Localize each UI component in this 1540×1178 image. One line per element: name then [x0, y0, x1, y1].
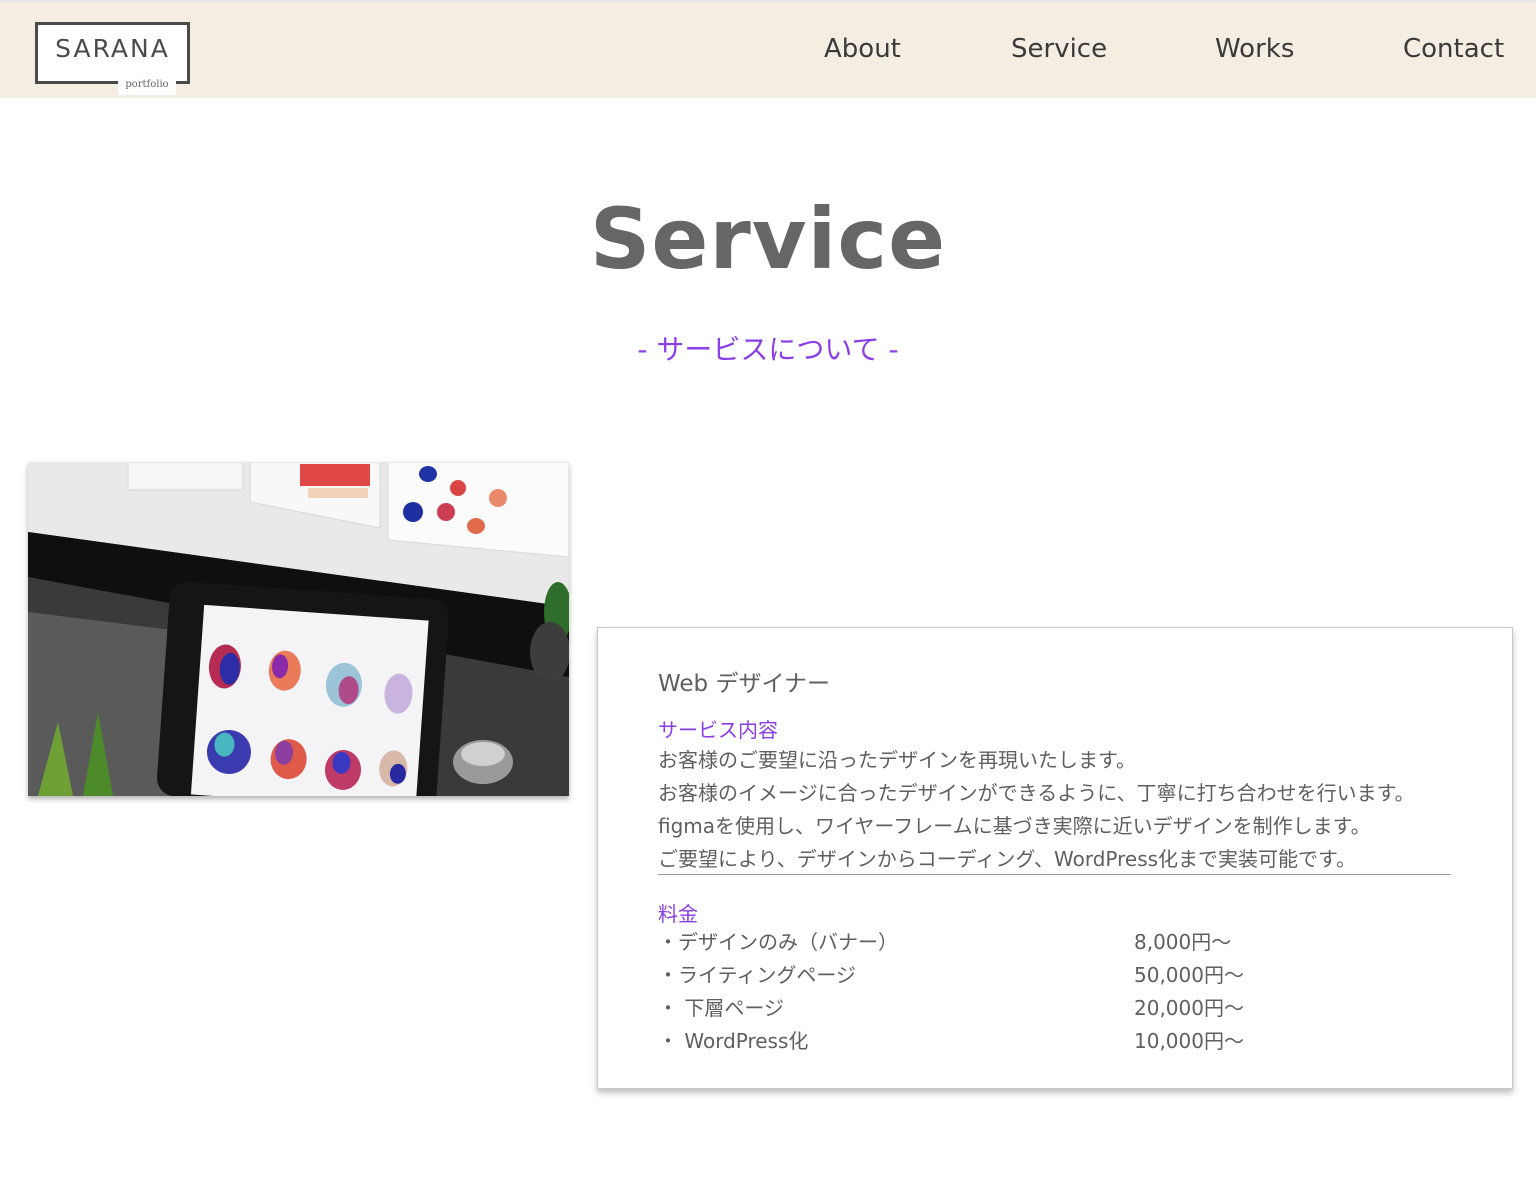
price-label: 料金 — [658, 902, 698, 926]
description-line: お客様のご要望に沿ったデザインを再現いたします。 — [658, 748, 1136, 772]
price-value: 10,000円〜 — [1134, 1029, 1244, 1053]
page-subtitle: - サービスについて - — [637, 333, 899, 366]
nav-contact[interactable]: Contact — [1403, 34, 1504, 64]
price-value: 20,000円〜 — [1134, 996, 1244, 1020]
price-item: ・デザインのみ（バナー） — [658, 930, 898, 954]
price-row: ・デザインのみ（バナー） 8,000円〜 — [658, 926, 1458, 959]
logo-text: SARANA — [55, 34, 170, 63]
divider — [658, 874, 1451, 875]
service-card: Web デザイナー サービス内容 お客様のご要望に沿ったデザインを再現いたします… — [597, 627, 1513, 1089]
price-item: ・ 下層ページ — [658, 996, 784, 1020]
price-list: ・デザインのみ（バナー） 8,000円〜 ・ライティングページ 50,000円〜… — [658, 926, 1458, 1058]
service-content-label: サービス内容 — [658, 718, 778, 742]
price-row: ・ 下層ページ 20,000円〜 — [658, 992, 1458, 1025]
price-row: ・ライティングページ 50,000円〜 — [658, 959, 1458, 992]
service-description: お客様のご要望に沿ったデザインを再現いたします。 お客様のイメージに合ったデザイ… — [658, 744, 1478, 876]
logo-subtext: portfolio — [118, 75, 176, 95]
nav-works[interactable]: Works — [1215, 34, 1294, 64]
page-title: Service — [589, 190, 947, 288]
design-workspace-illustration — [28, 462, 569, 796]
price-row: ・ WordPress化 10,000円〜 — [658, 1025, 1458, 1058]
price-value: 50,000円〜 — [1134, 963, 1244, 987]
description-line: figmaを使用し、ワイヤーフレームに基づき実際に近いデザインを制作します。 — [658, 814, 1371, 838]
description-line: お客様のイメージに合ったデザインができるように、丁寧に打ち合わせを行います。 — [658, 781, 1415, 805]
design-workspace-photo — [28, 462, 569, 796]
site-header: SARANA portfolio About Service Works Con… — [0, 0, 1536, 98]
price-item: ・ライティングページ — [658, 963, 856, 987]
price-item: ・ WordPress化 — [658, 1029, 809, 1053]
description-line: ご要望により、デザインからコーディング、WordPress化まで実装可能です。 — [658, 847, 1357, 871]
nav-service[interactable]: Service — [1011, 34, 1107, 64]
price-value: 8,000円〜 — [1134, 930, 1232, 954]
card-title: Web デザイナー — [658, 671, 830, 697]
logo[interactable]: SARANA portfolio — [35, 22, 190, 95]
nav-about[interactable]: About — [824, 34, 901, 64]
